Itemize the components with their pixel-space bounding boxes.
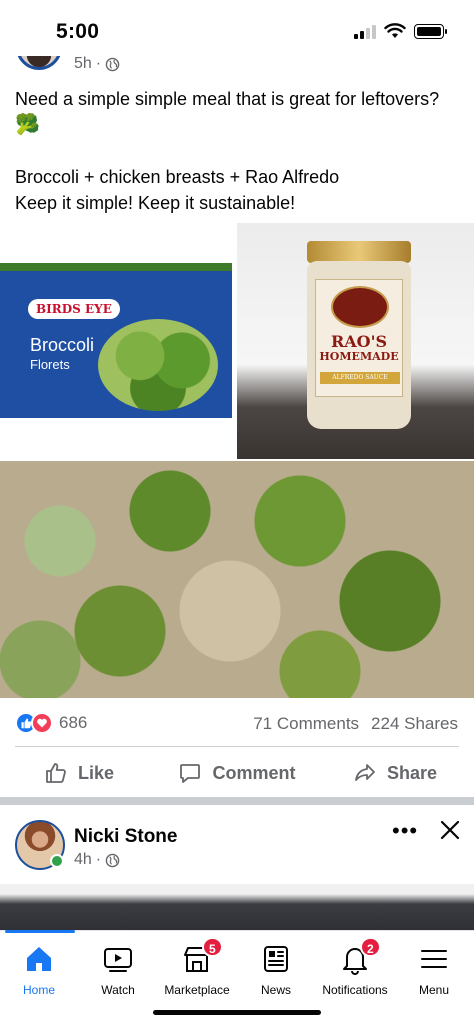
jar-label: RAO'S HOMEMADE ALFREDO SAUCE	[315, 279, 403, 397]
battery-icon	[414, 23, 447, 39]
nav-marketplace[interactable]: 5 Marketplace	[152, 937, 242, 997]
nav-home[interactable]: Home	[0, 943, 84, 997]
jar-logo	[331, 286, 389, 328]
nav-label-watch: Watch	[101, 983, 135, 997]
comment-icon	[180, 764, 201, 783]
shares-count[interactable]: 224 Shares	[371, 714, 458, 734]
post2-meta: 4h ·	[74, 851, 120, 869]
love-reaction-icon	[31, 712, 53, 734]
marketplace-badge: 5	[202, 937, 223, 957]
post-photo-grid: BIRDS EYE Broccoli Florets RAO'S HOMEMAD…	[0, 223, 474, 698]
jar-lid	[307, 241, 411, 263]
jar-brand-line2: HOMEMADE	[319, 350, 399, 363]
bag-subname: Florets	[30, 357, 70, 372]
comment-label: Comment	[212, 762, 296, 783]
nav-label-notifications: Notifications	[322, 983, 388, 997]
broccoli-graphic	[98, 319, 218, 411]
cellular-signal-icon	[354, 23, 376, 39]
news-icon	[264, 946, 288, 972]
thumbs-up-icon	[46, 763, 66, 783]
reaction-summary[interactable]: 686	[15, 712, 87, 734]
meta-separator: ·	[95, 55, 102, 72]
post-actions: Like Comment Share	[0, 750, 474, 796]
home-icon	[27, 947, 51, 971]
wifi-icon	[384, 23, 406, 38]
post2-time[interactable]: 4h	[74, 851, 92, 869]
status-time: 5:00	[56, 20, 100, 43]
nav-label-news: News	[260, 983, 291, 997]
globe-icon	[105, 853, 120, 867]
post-text-line: Keep it simple! Keep it sustainable!	[15, 193, 296, 213]
active-tab-indicator	[5, 930, 75, 933]
divider	[15, 746, 459, 747]
post-text-line: Need a simple simple meal that is great …	[15, 89, 440, 109]
jar-sauce-name: ALFREDO SAUCE	[320, 372, 400, 384]
nav-news[interactable]: News	[231, 943, 321, 997]
status-bar: 5:00	[0, 0, 474, 56]
comment-button[interactable]: Comment	[158, 750, 316, 796]
nav-watch[interactable]: Watch	[73, 943, 163, 997]
bag-name: Broccoli	[30, 335, 95, 355]
online-status-icon	[50, 854, 64, 868]
post-text: Need a simple simple meal that is great …	[15, 86, 460, 216]
share-icon	[355, 764, 375, 781]
jar-brand-line1: RAO'S	[330, 332, 388, 351]
like-button[interactable]: Like	[0, 750, 158, 796]
bag-brand: BIRDS EYE	[28, 299, 120, 319]
engagement-counts: 71 Comments 224 Shares	[253, 714, 458, 734]
broccoli-emoji: 🥦	[15, 114, 40, 136]
globe-icon	[105, 57, 120, 71]
nav-notifications[interactable]: 2 Notifications	[310, 937, 400, 997]
photo-broccoli-bag[interactable]: BIRDS EYE Broccoli Florets	[0, 223, 235, 459]
notifications-badge: 2	[360, 937, 381, 957]
photo-alfredo-jar[interactable]: RAO'S HOMEMADE ALFREDO SAUCE	[237, 223, 474, 459]
meta-separator: ·	[95, 851, 102, 868]
broccoli-bag-image: BIRDS EYE Broccoli Florets	[0, 263, 232, 418]
watch-icon	[104, 948, 132, 972]
share-button[interactable]: Share	[316, 750, 474, 796]
post-time[interactable]: 5h	[74, 55, 92, 73]
post2-author-name[interactable]: Nicki Stone	[74, 826, 177, 848]
post-text-line: Broccoli + chicken breasts + Rao Alfredo	[15, 167, 340, 187]
close-icon[interactable]	[436, 816, 464, 844]
reaction-count: 686	[59, 713, 88, 732]
share-label: Share	[386, 762, 438, 783]
post2-photo[interactable]	[0, 884, 474, 934]
nav-label-menu: Menu	[418, 983, 450, 997]
more-options-button[interactable]: •••	[392, 818, 418, 844]
nav-menu[interactable]: Menu	[389, 943, 474, 997]
photo-chicken-broccoli-dish[interactable]	[0, 461, 474, 698]
post-separator	[0, 797, 474, 805]
status-icons	[354, 23, 447, 39]
post-meta: 5h ·	[74, 55, 120, 73]
nav-label-marketplace: Marketplace	[164, 983, 230, 997]
home-indicator	[153, 1010, 321, 1015]
menu-icon	[421, 950, 447, 968]
comments-count[interactable]: 71 Comments	[253, 714, 359, 734]
nav-label-home: Home	[22, 983, 55, 997]
like-label: Like	[77, 762, 115, 783]
alfredo-jar-image: RAO'S HOMEMADE ALFREDO SAUCE	[307, 261, 411, 429]
